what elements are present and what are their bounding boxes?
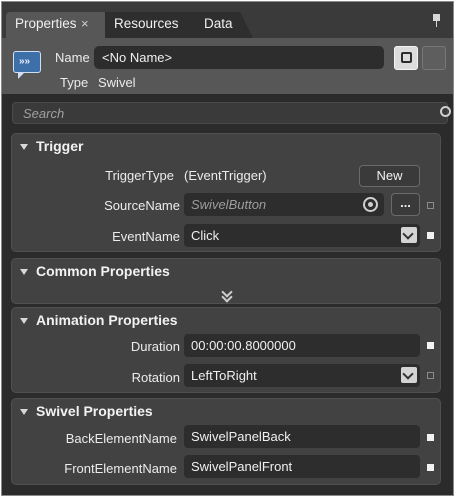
tab-properties-label: Properties — [15, 16, 77, 31]
animation-properties-section: Animation Properties Duration 00:00:00.8… — [11, 307, 441, 393]
properties-view-icon[interactable] — [394, 46, 418, 70]
advanced-options-marker[interactable] — [427, 464, 434, 471]
event-name-label: EventName — [112, 229, 180, 244]
search-icon[interactable] — [440, 106, 451, 117]
new-trigger-button[interactable]: New — [359, 165, 420, 187]
events-view-icon[interactable] — [422, 46, 446, 70]
common-section-header[interactable]: Common Properties — [12, 259, 440, 284]
tab-properties[interactable]: Properties × — [6, 12, 107, 38]
pin-icon[interactable] — [432, 14, 441, 27]
advanced-options-marker[interactable] — [427, 342, 434, 349]
front-element-name-label: FrontElementName — [64, 461, 177, 476]
swivel-title: Swivel Properties — [36, 403, 153, 419]
collapse-triangle-icon[interactable] — [20, 144, 28, 150]
rotation-select[interactable]: LeftToRight — [184, 364, 420, 387]
advanced-options-marker[interactable] — [427, 434, 434, 441]
expand-chevron-icon[interactable] — [221, 291, 233, 301]
source-name-value: SwivelButton — [191, 197, 267, 212]
rotation-label: Rotation — [131, 370, 180, 385]
common-title: Common Properties — [36, 263, 170, 279]
advanced-options-marker[interactable] — [427, 372, 434, 379]
animation-title: Animation Properties — [36, 312, 178, 328]
front-element-name-field[interactable]: SwivelPanelFront — [184, 455, 420, 478]
search-input[interactable] — [13, 103, 447, 123]
tab-data-label: Data — [204, 16, 233, 31]
type-label: Type — [60, 75, 89, 90]
tab-resources-label: Resources — [114, 16, 179, 31]
object-header: »» Name <No Name> Type Swivel — [2, 38, 453, 94]
object-icon: »» — [13, 51, 41, 79]
dropdown-chevron-icon[interactable] — [401, 367, 417, 383]
tab-data[interactable]: Data — [195, 12, 253, 38]
collapse-triangle-icon[interactable] — [20, 409, 28, 415]
duration-label: Duration — [130, 339, 180, 354]
trigger-section: Trigger TriggerType (EventTrigger) New S… — [11, 133, 441, 252]
tab-bar: Properties × Resources Data — [2, 2, 453, 38]
source-name-label: SourceName — [104, 198, 180, 213]
animation-section-header[interactable]: Animation Properties — [12, 308, 440, 333]
dropdown-chevron-icon[interactable] — [401, 227, 417, 243]
trigger-type-label: TriggerType — [105, 168, 174, 183]
rotation-value: LeftToRight — [191, 368, 257, 383]
tab-resources[interactable]: Resources — [105, 12, 201, 38]
collapse-triangle-icon[interactable] — [20, 318, 28, 324]
name-field[interactable]: <No Name> — [94, 46, 384, 69]
back-element-name-field[interactable]: SwivelPanelBack — [184, 425, 420, 448]
trigger-section-header[interactable]: Trigger — [12, 134, 440, 159]
swivel-properties-section: Swivel Properties BackElementName Swivel… — [11, 398, 441, 485]
event-name-select[interactable]: Click — [184, 224, 420, 247]
source-name-field[interactable]: SwivelButton — [184, 193, 384, 216]
properties-panel: Properties × Resources Data »» Name <No … — [1, 1, 454, 496]
collapse-triangle-icon[interactable] — [20, 269, 28, 275]
trigger-type-value: (EventTrigger) — [184, 168, 267, 183]
target-picker-icon[interactable] — [363, 197, 378, 212]
swivel-section-header[interactable]: Swivel Properties — [12, 399, 440, 424]
trigger-title: Trigger — [36, 138, 84, 154]
event-name-value: Click — [191, 228, 220, 243]
search-box — [12, 102, 451, 124]
duration-field[interactable]: 00:00:00.8000000 — [184, 334, 420, 357]
common-properties-section: Common Properties — [11, 258, 441, 304]
ellipsis-button[interactable]: ... — [391, 193, 420, 216]
advanced-options-marker[interactable] — [427, 232, 434, 239]
back-element-name-label: BackElementName — [65, 431, 177, 446]
type-value: Swivel — [98, 75, 136, 90]
name-label: Name — [55, 50, 90, 65]
advanced-options-marker[interactable] — [427, 202, 434, 209]
close-icon[interactable]: × — [81, 12, 89, 36]
